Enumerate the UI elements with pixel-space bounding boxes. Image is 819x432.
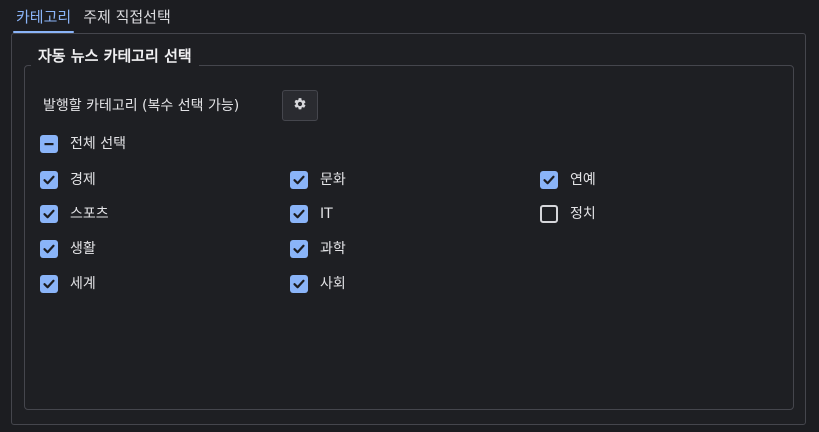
check-icon xyxy=(40,275,58,293)
check-icon xyxy=(40,205,58,223)
category-checkbox[interactable]: 정치 xyxy=(540,204,596,224)
tab-category[interactable]: 카테고리 xyxy=(10,0,77,33)
category-checkbox[interactable]: 생활 xyxy=(40,239,96,259)
publish-categories-label: 발행할 카테고리 (복수 선택 가능) xyxy=(43,98,240,114)
category-checkbox[interactable]: 문화 xyxy=(290,170,346,190)
category-label: 생활 xyxy=(70,241,96,257)
check-icon xyxy=(290,275,308,293)
category-checkbox[interactable]: 스포츠 xyxy=(40,204,109,224)
category-label: 정치 xyxy=(570,206,596,222)
partial-check-icon xyxy=(40,135,58,153)
category-label: 스포츠 xyxy=(70,206,109,222)
check-icon xyxy=(40,240,58,258)
check-icon xyxy=(540,171,558,189)
category-label: 사회 xyxy=(320,276,346,292)
check-icon xyxy=(290,171,308,189)
category-checkbox[interactable]: IT xyxy=(290,204,333,224)
category-label: 세계 xyxy=(70,276,96,292)
category-label: 과학 xyxy=(320,241,346,257)
tab-topic-direct-select[interactable]: 주제 직접선택 xyxy=(77,0,177,33)
groupbox-title: 자동 뉴스 카테고리 선택 xyxy=(31,45,199,67)
category-checkbox[interactable]: 사회 xyxy=(290,274,346,294)
check-icon xyxy=(290,240,308,258)
app-root: 카테고리 주제 직접선택 자동 뉴스 카테고리 선택 발행할 카테고리 (복수 … xyxy=(0,0,819,432)
category-label: 연예 xyxy=(570,172,596,188)
category-label: 문화 xyxy=(320,172,346,188)
category-checkbox[interactable]: 경제 xyxy=(40,170,96,190)
category-label: 경제 xyxy=(70,172,96,188)
select-all-label: 전체 선택 xyxy=(70,136,126,152)
checkbox-empty-icon xyxy=(540,205,558,223)
settings-button[interactable] xyxy=(282,90,318,121)
category-checkbox[interactable]: 세계 xyxy=(40,274,96,294)
category-label: IT xyxy=(320,206,333,222)
gear-icon xyxy=(293,96,307,115)
select-all-checkbox[interactable]: 전체 선택 xyxy=(40,134,126,154)
category-checkbox[interactable]: 연예 xyxy=(540,170,596,190)
category-checkbox[interactable]: 과학 xyxy=(290,239,346,259)
check-icon xyxy=(40,171,58,189)
category-groupbox xyxy=(24,65,794,410)
tab-bar: 카테고리 주제 직접선택 xyxy=(10,0,177,33)
check-icon xyxy=(290,205,308,223)
